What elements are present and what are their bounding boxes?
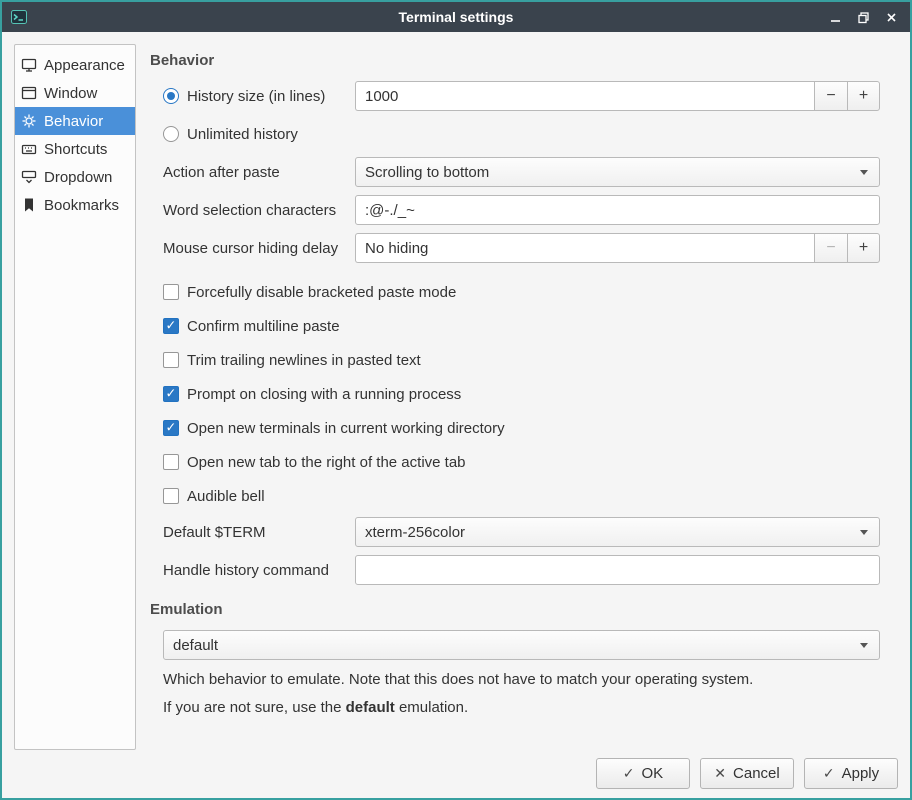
- unlimited-history-radio[interactable]: Unlimited history: [163, 126, 355, 143]
- action-after-paste-select[interactable]: Scrolling to bottom: [355, 157, 880, 187]
- cancel-button-label: Cancel: [733, 765, 780, 782]
- dialog-body: Appearance Window Behavior: [2, 32, 910, 798]
- checkbox-indicator: [163, 386, 179, 402]
- check-icon: ✓: [823, 765, 835, 782]
- emulation-help-text: Which behavior to emulate. Note that thi…: [163, 671, 880, 688]
- terminal-app-icon[interactable]: [10, 8, 28, 26]
- titlebar: Terminal settings: [2, 2, 910, 32]
- default-term-label: Default $TERM: [163, 524, 355, 541]
- emulation-section-heading: Emulation: [150, 601, 880, 618]
- sidebar-item-label: Bookmarks: [44, 197, 119, 214]
- emulation-select[interactable]: default: [163, 630, 880, 660]
- sidebar-item-label: Behavior: [44, 113, 103, 130]
- chevron-down-icon: [860, 170, 868, 175]
- mouse-cursor-delay-increment-button[interactable]: +: [847, 233, 880, 263]
- minimize-button[interactable]: [824, 6, 846, 28]
- window-title: Terminal settings: [2, 9, 910, 25]
- cross-icon: ✕: [714, 765, 726, 782]
- selected-value: Scrolling to bottom: [365, 164, 860, 181]
- dropdown-icon: [21, 169, 37, 185]
- appearance-icon: [21, 57, 37, 73]
- checkbox-label: Open new tab to the right of the active …: [187, 454, 466, 471]
- handle-history-input[interactable]: [355, 555, 880, 585]
- terminal-settings-window: Terminal settings: [0, 0, 912, 800]
- checkbox-trim-trailing-newlines[interactable]: Trim trailing newlines in pasted text: [163, 343, 880, 377]
- emulation-help-text-2: If you are not sure, use the default emu…: [163, 699, 880, 716]
- mouse-cursor-delay-label: Mouse cursor hiding delay: [163, 240, 355, 257]
- handle-history-label: Handle history command: [163, 562, 355, 579]
- word-selection-input[interactable]: [355, 195, 880, 225]
- sidebar-item-bookmarks[interactable]: Bookmarks: [15, 191, 135, 219]
- ok-button-label: OK: [642, 765, 664, 782]
- checkbox-indicator: [163, 488, 179, 504]
- bookmarks-icon: [21, 197, 37, 213]
- checkbox-indicator: [163, 318, 179, 334]
- ok-button[interactable]: ✓ OK: [596, 758, 690, 789]
- history-size-increment-button[interactable]: +: [847, 81, 880, 111]
- apply-button[interactable]: ✓ Apply: [804, 758, 898, 789]
- shortcuts-icon: [21, 141, 37, 157]
- checkbox-indicator: [163, 454, 179, 470]
- sidebar-item-window[interactable]: Window: [15, 79, 135, 107]
- history-size-decrement-button[interactable]: −: [814, 81, 847, 111]
- sidebar-item-appearance[interactable]: Appearance: [15, 51, 135, 79]
- checkbox-audible-bell[interactable]: Audible bell: [163, 479, 880, 513]
- radio-indicator: [163, 126, 179, 142]
- checkbox-label: Confirm multiline paste: [187, 318, 340, 335]
- action-after-paste-label: Action after paste: [163, 164, 355, 181]
- checkbox-label: Audible bell: [187, 488, 265, 505]
- behavior-section-heading: Behavior: [150, 52, 880, 69]
- checkbox-label: Trim trailing newlines in pasted text: [187, 352, 421, 369]
- restore-button[interactable]: [852, 6, 874, 28]
- selected-value: xterm-256color: [365, 524, 860, 541]
- sidebar-item-label: Window: [44, 85, 97, 102]
- checkbox-confirm-multiline-paste[interactable]: Confirm multiline paste: [163, 309, 880, 343]
- sidebar-item-dropdown[interactable]: Dropdown: [15, 163, 135, 191]
- checkbox-indicator: [163, 420, 179, 436]
- behavior-settings-panel: Behavior History size (in lines) − +: [150, 52, 880, 716]
- chevron-down-icon: [860, 643, 868, 648]
- checkbox-label: Forcefully disable bracketed paste mode: [187, 284, 456, 301]
- selected-value: default: [173, 637, 860, 654]
- history-size-radio[interactable]: History size (in lines): [163, 88, 355, 105]
- dialog-footer: ✓ OK ✕ Cancel ✓ Apply: [596, 758, 898, 789]
- checkbox-open-in-cwd[interactable]: Open new terminals in current working di…: [163, 411, 880, 445]
- window-icon: [21, 85, 37, 101]
- settings-sidebar: Appearance Window Behavior: [14, 44, 136, 750]
- sidebar-item-shortcuts[interactable]: Shortcuts: [15, 135, 135, 163]
- default-term-select[interactable]: xterm-256color: [355, 517, 880, 547]
- sidebar-item-label: Dropdown: [44, 169, 112, 186]
- chevron-down-icon: [860, 530, 868, 535]
- checkbox-open-tab-right[interactable]: Open new tab to the right of the active …: [163, 445, 880, 479]
- checkbox-label: Prompt on closing with a running process: [187, 386, 461, 403]
- cancel-button[interactable]: ✕ Cancel: [700, 758, 794, 789]
- history-size-spinbox: − +: [355, 81, 880, 111]
- mouse-cursor-delay-input[interactable]: [355, 233, 814, 263]
- unlimited-history-label: Unlimited history: [187, 126, 298, 143]
- radio-indicator: [163, 88, 179, 104]
- checkbox-prompt-on-closing[interactable]: Prompt on closing with a running process: [163, 377, 880, 411]
- sidebar-item-label: Shortcuts: [44, 141, 107, 158]
- word-selection-label: Word selection characters: [163, 202, 355, 219]
- sidebar-item-label: Appearance: [44, 57, 125, 74]
- check-icon: ✓: [623, 765, 635, 782]
- checkbox-indicator: [163, 284, 179, 300]
- checkbox-bracketed-paste[interactable]: Forcefully disable bracketed paste mode: [163, 275, 880, 309]
- behavior-icon: [21, 113, 37, 129]
- checkbox-label: Open new terminals in current working di…: [187, 420, 505, 437]
- history-size-label: History size (in lines): [187, 88, 325, 105]
- sidebar-item-behavior[interactable]: Behavior: [15, 107, 135, 135]
- mouse-cursor-delay-decrement-button[interactable]: −: [814, 233, 847, 263]
- history-size-input[interactable]: [355, 81, 814, 111]
- mouse-cursor-delay-spinbox: − +: [355, 233, 880, 263]
- checkbox-indicator: [163, 352, 179, 368]
- close-button[interactable]: [880, 6, 902, 28]
- apply-button-label: Apply: [842, 765, 880, 782]
